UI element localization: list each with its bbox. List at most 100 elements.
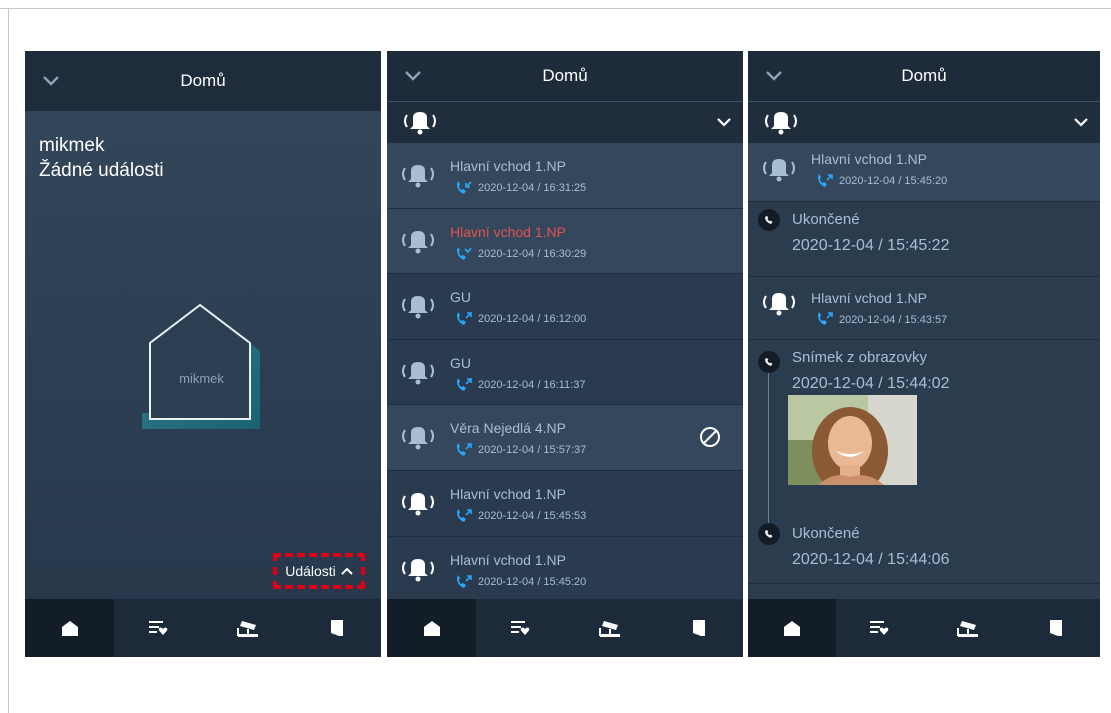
event-list-item[interactable]: Hlavní vchod 1.NP 2020-12-04 / 15:45:53	[387, 470, 743, 537]
ended-time: 2020-12-04 / 15:44:06	[792, 551, 950, 568]
event-time: 2020-12-04 / 15:45:20	[839, 175, 948, 187]
divider	[748, 201, 1100, 202]
page-title: Domů	[901, 66, 947, 85]
door-icon	[692, 620, 705, 636]
bell-icon	[402, 165, 434, 188]
list-heart-icon	[148, 621, 167, 635]
no-events-text: Žádné události	[39, 160, 164, 181]
frame-top-line	[0, 8, 1111, 9]
bottom-nav	[387, 599, 743, 657]
bell-icon	[763, 293, 795, 316]
nav-home[interactable]	[25, 599, 114, 657]
nav-door[interactable]	[292, 599, 381, 657]
event-list-item[interactable]: GU 2020-12-04 / 16:11:37	[387, 339, 743, 406]
event-list-item[interactable]: Hlavní vchod 1.NP 2020-12-04 / 15:45:20	[387, 536, 743, 603]
outgoing-call-icon	[818, 174, 833, 187]
timeline-line	[768, 371, 769, 529]
bell-icon	[402, 230, 434, 254]
outgoing-call-icon	[457, 574, 472, 588]
title-bar: Domů	[25, 51, 381, 111]
nav-events[interactable]	[476, 599, 565, 657]
outgoing-call-icon	[457, 508, 472, 522]
chevron-down-icon	[717, 118, 731, 127]
outgoing-call-icon	[457, 443, 472, 457]
event-filter-dropdown[interactable]	[387, 101, 743, 143]
event-name: Hlavní vchod 1.NP	[450, 223, 566, 240]
event-item[interactable]: Hlavní vchod 1.NP 2020-12-04 / 15:43:57	[748, 277, 1100, 335]
camera-icon	[957, 621, 978, 637]
bell-icon	[402, 361, 434, 385]
event-name: Hlavní vchod 1.NP	[811, 290, 927, 306]
event-list-item[interactable]: Hlavní vchod 1.NP 2020-12-04 / 16:30:29	[387, 208, 743, 275]
collapse-chevron-icon[interactable]	[39, 69, 63, 93]
nav-door[interactable]	[654, 599, 743, 657]
account-name: mikmek	[39, 135, 105, 156]
door-icon	[330, 620, 343, 636]
bell-icon	[763, 159, 795, 182]
bottom-nav	[748, 599, 1100, 657]
event-name: Hlavní vchod 1.NP	[450, 551, 566, 568]
phone-icon	[758, 209, 780, 231]
chevron-up-icon	[341, 567, 353, 575]
nav-camera[interactable]	[565, 599, 654, 657]
nav-camera[interactable]	[203, 599, 292, 657]
event-time: 2020-12-04 / 16:12:00	[478, 313, 587, 326]
event-list-item[interactable]: Hlavní vchod 1.NP 2020-12-04 / 16:31:25	[387, 143, 743, 209]
bell-icon	[402, 492, 434, 516]
event-name: Hlavní vchod 1.NP	[450, 158, 566, 174]
event-time: 2020-12-04 / 16:11:37	[478, 378, 586, 391]
bell-icon	[402, 296, 434, 319]
event-time: 2020-12-04 / 15:43:57	[839, 314, 948, 326]
events-toggle-button[interactable]: Události	[273, 553, 365, 589]
home-icon	[784, 620, 800, 636]
phone-icon	[758, 351, 780, 373]
nav-camera[interactable]	[924, 599, 1012, 657]
snapshot-thumbnail[interactable]	[788, 395, 917, 485]
nav-home[interactable]	[748, 599, 836, 657]
event-time: 2020-12-04 / 15:45:20	[478, 575, 587, 588]
event-name: GU	[450, 354, 471, 371]
camera-icon	[236, 621, 258, 637]
event-list: Hlavní vchod 1.NP 2020-12-04 / 16:31:25 Hl…	[387, 143, 743, 603]
house-icon[interactable]	[142, 303, 272, 433]
phone-icon	[758, 523, 780, 545]
blocked-icon[interactable]	[699, 426, 721, 448]
event-item-selected[interactable]: Hlavní vchod 1.NP 2020-12-04 / 15:45:20	[748, 143, 1100, 201]
event-time: 2020-12-04 / 15:57:37	[478, 444, 587, 457]
bell-icon	[404, 111, 436, 134]
bell-icon	[402, 558, 434, 582]
ended-label: Ukončené	[792, 525, 860, 542]
account-info: mikmek Žádné události	[39, 133, 164, 183]
door-icon	[1050, 620, 1062, 636]
event-list-item[interactable]: GU 2020-12-04 / 16:12:00	[387, 274, 743, 340]
page-title: Domů	[542, 66, 588, 85]
nav-door[interactable]	[1012, 599, 1100, 657]
divider	[748, 339, 1100, 340]
bell-icon	[765, 111, 797, 134]
missed-call-icon	[457, 246, 472, 260]
home-icon	[61, 620, 78, 636]
title-bar: Domů	[748, 51, 1100, 101]
outgoing-call-icon	[457, 377, 472, 391]
ended-label: Ukončené	[792, 211, 860, 228]
event-detail-screen: Domů Hlavní vchod 1.NP 2020-12-04 / 15:4…	[748, 51, 1100, 657]
page-title: Domů	[180, 71, 226, 90]
list-heart-icon	[510, 621, 529, 635]
bottom-nav	[25, 599, 381, 657]
event-time: 2020-12-04 / 15:45:53	[478, 509, 587, 522]
event-time: 2020-12-04 / 16:30:29	[478, 247, 587, 260]
collapse-chevron-icon[interactable]	[762, 64, 786, 88]
collapse-chevron-icon[interactable]	[401, 64, 425, 88]
event-time: 2020-12-04 / 16:31:25	[478, 182, 587, 194]
outgoing-call-icon	[457, 312, 472, 326]
nav-events[interactable]	[114, 599, 203, 657]
nav-home[interactable]	[387, 599, 476, 657]
bell-icon	[402, 427, 434, 450]
home-icon	[423, 620, 440, 636]
nav-events[interactable]	[836, 599, 924, 657]
outgoing-call-icon	[818, 312, 833, 325]
events-list-screen: Domů Hlavní vchod 1.NP 2020-12-04 / 16:31…	[387, 51, 743, 657]
event-list-item[interactable]: Věra Nejedlá 4.NP 2020-12-04 / 15:57:37	[387, 405, 743, 471]
event-filter-dropdown[interactable]	[748, 101, 1100, 143]
house-label: mikmek	[179, 371, 224, 386]
